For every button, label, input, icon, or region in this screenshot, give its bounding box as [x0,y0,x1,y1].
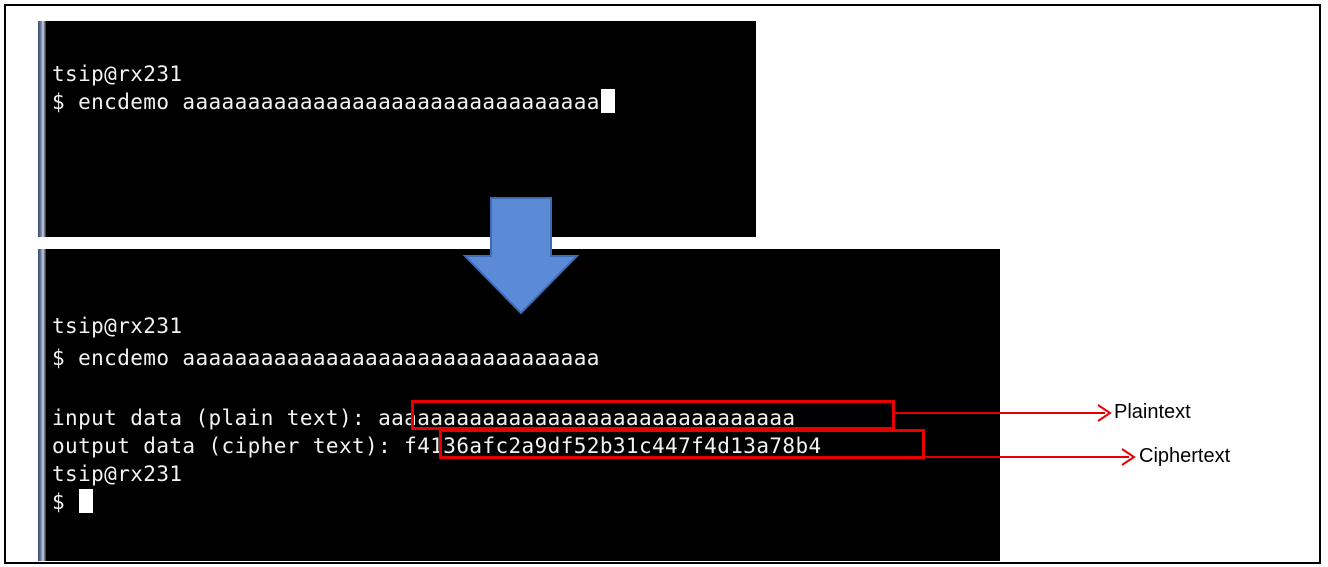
terminal-edge [38,21,46,237]
right-arrow-icon [1097,404,1112,422]
terminal-line-command: $ [52,489,94,515]
plaintext-highlight-box [411,400,895,430]
prompt-symbol: $ [52,490,79,514]
terminal-before: tsip@rx231 $ encdemo aaaaaaaaaaaaaaaaaaa… [38,21,756,237]
terminal-line-prompt: tsip@rx231 [52,62,183,86]
terminal-line-prompt: tsip@rx231 [52,314,183,338]
terminal-line-command: $ encdemo aaaaaaaaaaaaaaaaaaaaaaaaaaaaaa… [52,346,600,370]
command-text: $ encdemo aaaaaaaaaaaaaaaaaaaaaaaaaaaaaa… [52,90,600,114]
ciphertext-highlight-box [439,429,925,459]
ciphertext-pointer-line [923,456,1129,458]
ciphertext-label: Ciphertext [1139,445,1231,467]
plaintext-pointer-line [893,412,1105,414]
right-arrow-icon [1121,448,1136,466]
figure-frame: tsip@rx231 $ encdemo aaaaaaaaaaaaaaaaaaa… [4,4,1321,564]
text-cursor [600,89,615,113]
down-arrow-icon [462,197,580,315]
plaintext-label: Plaintext [1114,401,1191,423]
output-prefix: output data (cipher text): [52,434,405,458]
terminal-line-command: $ encdemo aaaaaaaaaaaaaaaaaaaaaaaaaaaaaa… [52,89,615,115]
terminal-line-prompt: tsip@rx231 [52,462,183,486]
text-cursor [79,489,94,513]
input-prefix: input data (plain text): [52,406,379,430]
terminal-edge [38,249,46,561]
